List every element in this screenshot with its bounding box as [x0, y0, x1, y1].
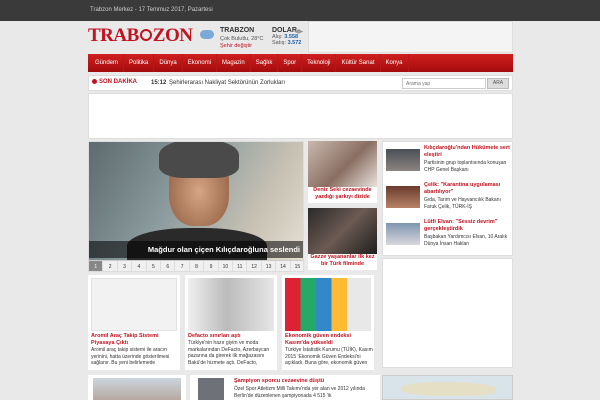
map-land-shape — [401, 382, 496, 396]
thumb-caption[interactable]: Gazze yaşananlar ilk kez bir Türk filmin… — [310, 254, 375, 268]
currency-sell-row: Satış: 3.572 — [272, 40, 306, 46]
thumb-image[interactable] — [308, 141, 377, 187]
slider-page-1[interactable]: 1 — [89, 261, 104, 271]
slider-page-3[interactable]: 3 — [118, 261, 133, 271]
bottom-left-teaser[interactable] — [88, 375, 186, 400]
slider-page-7[interactable]: 7 — [175, 261, 190, 271]
slider-page-11[interactable]: 11 — [233, 261, 248, 271]
weather-widget: TRABZON Çok Bulutlu, 28°C Şehir değiştir — [200, 27, 270, 49]
compass-icon — [139, 28, 152, 41]
list-item[interactable]: Lütfi Elvan: "Sessiz devrim" gerçekleşti… — [386, 219, 511, 255]
list-item-title[interactable]: Lütfi Elvan: "Sessiz devrim" gerçekleşti… — [424, 219, 510, 233]
list-item-image[interactable] — [386, 223, 420, 245]
slider-page-6[interactable]: 6 — [161, 261, 176, 271]
nav-item-teknoloji[interactable]: Teknoloji — [302, 54, 337, 72]
ticker-headline[interactable]: Şehirlerarası Nakliyat Sektörünün Zorluk… — [169, 80, 285, 86]
list-item-title[interactable]: Çelik: "Karantina uygulaması abartılıyor… — [424, 182, 510, 196]
weather-city: TRABZON — [220, 27, 255, 34]
list-item-title[interactable]: Kılıçdaroğlu'ndan Hükümete sert eleştiri — [424, 145, 510, 159]
slider-page-8[interactable]: 8 — [190, 261, 205, 271]
bottom-news-title[interactable]: Şampiyon sporcu cezaevine düştü — [234, 378, 324, 384]
card-image[interactable] — [285, 278, 371, 331]
thumb-image[interactable] — [308, 208, 377, 254]
cloud-icon — [200, 30, 214, 39]
change-city-link[interactable]: Şehir değiştir — [220, 43, 252, 49]
main-nav: Gündem Politika Dünya Ekonomi Magazin Sa… — [88, 54, 513, 72]
nav-item-politika[interactable]: Politika — [124, 54, 155, 72]
photo-hair-shape — [159, 142, 239, 178]
logo-text-part1: TRAB — [88, 25, 139, 46]
nav-item-gundem[interactable]: Gündem — [90, 54, 125, 72]
sell-value: 3.572 — [287, 40, 302, 46]
slider-caption[interactable]: Mağdur olan çiçen Kılıçdaroğluna seslend… — [89, 241, 303, 258]
list-item[interactable]: Kılıçdaroğlu'ndan Hükümete sert eleştiri… — [386, 145, 511, 181]
card-image[interactable] — [188, 278, 274, 331]
currency-arrows-icon[interactable]: ◀▶ — [294, 28, 303, 35]
card-title[interactable]: Aromil Araç Takip Sistemi Piyasaya Çıktı — [91, 333, 179, 346]
slider-page-15[interactable]: 15 — [291, 261, 303, 271]
nav-item-magazin[interactable]: Magazin — [217, 54, 251, 72]
nav-item-kultur-sanat[interactable]: Kültür Sanat — [336, 54, 381, 72]
bottom-left-image[interactable] — [93, 378, 181, 400]
slider-pagination: 1 2 3 4 5 6 7 8 9 10 11 12 13 14 15 — [89, 260, 303, 271]
header-ad-slot[interactable] — [308, 21, 513, 53]
top-date-bar: Trabzon Merkez - 17 Temmuz 2017, Pazarte… — [0, 0, 600, 21]
side-thumbnails: Deniz Seki cezaevinde yazdığı şarkıyı di… — [308, 141, 377, 272]
list-item-desc: Başbakan Yardımcısı Elvan, 10 Aralık Dün… — [424, 234, 508, 247]
card-desc: Aromil araç takip sistemi ile aracın yer… — [91, 347, 170, 366]
bottom-news-item[interactable]: Şampiyon sporcu cezaevine düştü Özel Spo… — [190, 375, 380, 400]
slider-page-13[interactable]: 13 — [262, 261, 277, 271]
headline-slider[interactable]: Mağdur olan çiçen Kılıçdaroğluna seslend… — [88, 141, 304, 272]
nav-item-konya[interactable]: Konya — [381, 54, 409, 72]
ticker-time: 15:12 — [151, 80, 167, 86]
bottom-news-image[interactable] — [198, 378, 224, 400]
slider-page-4[interactable]: 4 — [132, 261, 147, 271]
card-image[interactable] — [91, 278, 177, 331]
breaking-label-text: SON DAKİKA — [99, 79, 138, 86]
card-desc: Türkiye'nin hazır giyim ve moda markalar… — [188, 340, 270, 366]
right-ad-slot[interactable] — [382, 258, 513, 368]
site-logo[interactable]: TRAB ZON — [88, 25, 193, 47]
card-title[interactable]: Ekonomik güven endeksi Kasım'da yükseldi — [285, 333, 373, 346]
slider-page-14[interactable]: 14 — [276, 261, 291, 271]
slider-page-9[interactable]: 9 — [204, 261, 219, 271]
list-item-image[interactable] — [386, 186, 420, 208]
weather-temp: Çok Bulutlu, 28°C — [220, 36, 264, 42]
breaking-news-ticker: SON DAKİKA 15:12 Şehirlerarası Nakliyat … — [88, 75, 513, 91]
right-news-list: Kılıçdaroğlu'ndan Hükümete sert eleştiri… — [382, 141, 513, 256]
list-item-desc: Partisinin grup toplantısında konuşan CH… — [424, 160, 507, 173]
search-input[interactable] — [402, 78, 486, 89]
site-header: TRAB ZON TRABZON Çok Bulutlu, 28°C Şehir … — [88, 21, 513, 53]
news-cards: Aromil Araç Takip Sistemi Piyasaya Çıktı… — [88, 275, 378, 370]
nav-item-saglik[interactable]: Sağlık — [251, 54, 279, 72]
nav-item-spor[interactable]: Spor — [278, 54, 303, 72]
card-title[interactable]: Defacto sınırları aştı — [188, 333, 276, 340]
nav-item-dunya[interactable]: Dünya — [154, 54, 183, 72]
thumb-caption[interactable]: Deniz Seki cezaevinde yazdığı şarkıyı di… — [310, 187, 375, 201]
slider-page-12[interactable]: 12 — [247, 261, 262, 271]
slider-page-5[interactable]: 5 — [147, 261, 162, 271]
card-desc: Türkiye İstatistik Kurumu (TÜİK), Kasım … — [285, 347, 373, 366]
bottom-news-desc: Özel Spor Atletizm Milli Takımı'nda yer … — [234, 386, 365, 399]
search-button[interactable]: ARA — [487, 78, 509, 89]
date-location-text: Trabzon Merkez - 17 Temmuz 2017, Pazarte… — [90, 7, 213, 13]
list-item-image[interactable] — [386, 149, 420, 171]
logo-text-part2: ZON — [152, 25, 193, 46]
nav-item-ekonomi[interactable]: Ekonomi — [183, 54, 218, 72]
breaking-label: SON DAKİKA — [92, 79, 137, 85]
news-card[interactable]: Ekonomik güven endeksi Kasım'da yükseldi… — [282, 275, 374, 370]
slider-page-2[interactable]: 2 — [103, 261, 118, 271]
side-thumb[interactable]: Deniz Seki cezaevinde yazdığı şarkıyı di… — [308, 141, 377, 203]
live-dot-icon — [92, 79, 97, 84]
side-thumb[interactable]: Gazze yaşananlar ilk kez bir Türk filmin… — [308, 208, 377, 270]
sell-label: Satış: — [272, 40, 287, 46]
news-card[interactable]: Aromil Araç Takip Sistemi Piyasaya Çıktı… — [88, 275, 180, 370]
list-item[interactable]: Çelik: "Karantina uygulaması abartılıyor… — [386, 182, 511, 218]
news-card[interactable]: Defacto sınırları aştı Türkiye'nin hazır… — [185, 275, 277, 370]
banner-ad-slot[interactable] — [88, 93, 513, 139]
slider-page-10[interactable]: 10 — [219, 261, 234, 271]
map-widget[interactable] — [382, 375, 513, 400]
list-item-desc: Gıda, Tarım ve Hayvancılık Bakanı Faruk … — [424, 197, 501, 210]
